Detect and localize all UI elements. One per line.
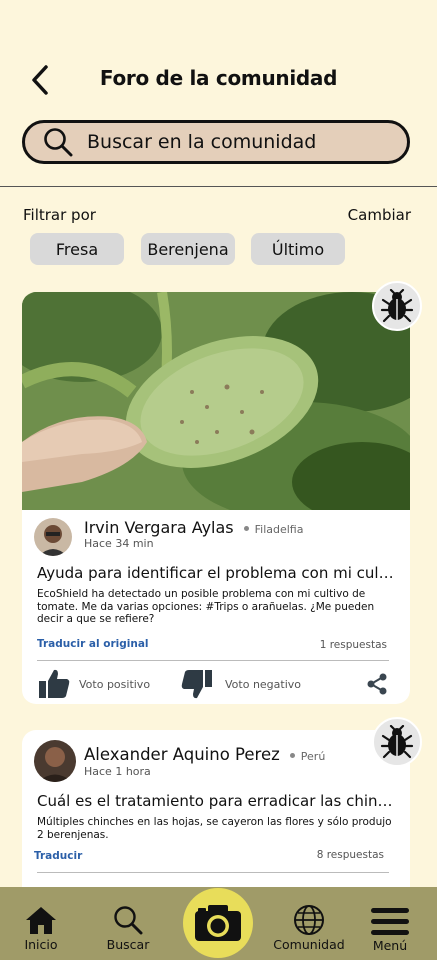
camera-icon [195, 905, 241, 941]
nav-community-label: Comunidad [273, 937, 345, 952]
user-name[interactable]: Irvin Vergara Aylas [84, 518, 234, 537]
upvote-button[interactable]: Voto positivo [37, 667, 150, 701]
divider [37, 872, 389, 873]
avatar[interactable] [34, 518, 72, 556]
menu-icon [371, 908, 409, 935]
nav-search-label: Buscar [106, 937, 150, 952]
post-title[interactable]: Cuál es el tratamiento para erradicar la… [37, 792, 397, 810]
filter-chip-fresa[interactable]: Fresa [30, 233, 124, 265]
filter-chip-berenjena[interactable]: Berenjena [141, 233, 235, 265]
globe-icon [294, 905, 324, 935]
bug-icon[interactable] [372, 717, 422, 767]
nav-community[interactable]: Comunidad [270, 887, 348, 960]
change-filter-link[interactable]: Cambiar [348, 206, 411, 224]
home-icon [26, 907, 56, 934]
nav-search[interactable]: Buscar [104, 887, 152, 960]
post-body: EcoShield ha detectado un posible proble… [37, 588, 375, 625]
post-card[interactable]: Irvin Vergara Aylas Filadelfia Hace 34 mi… [22, 292, 410, 704]
downvote-label: Voto negativo [225, 677, 302, 691]
downvote-button[interactable]: Voto negativo [180, 667, 301, 701]
search-icon [44, 128, 73, 157]
divider [37, 660, 389, 661]
upvote-label: Voto positivo [79, 677, 151, 691]
translate-link[interactable]: Traducir al original [37, 638, 149, 650]
filter-label: Filtrar por [23, 206, 96, 224]
bug-icon[interactable] [372, 281, 422, 331]
user-location: Perú [300, 750, 326, 763]
user-name[interactable]: Alexander Aquino Perez [84, 745, 280, 764]
filter-chip-ultimo[interactable]: Último [251, 233, 345, 265]
user-location: Filadelfia [254, 523, 304, 536]
camera-button[interactable] [183, 888, 253, 958]
avatar[interactable] [34, 740, 76, 782]
share-icon[interactable] [365, 672, 389, 696]
post-photo [22, 292, 410, 510]
replies-count[interactable]: 8 respuestas [317, 849, 384, 861]
nav-menu[interactable]: Menú [368, 887, 412, 960]
search-input[interactable] [85, 130, 379, 154]
thumbs-down-icon [181, 670, 212, 699]
post-time: Hace 34 min [84, 537, 154, 550]
thumbs-up-icon [39, 669, 70, 698]
post-title[interactable]: Ayuda para identificar el problema con m… [37, 564, 397, 582]
page-title: Foro de la comunidad [99, 66, 338, 90]
nav-home[interactable]: Inicio [18, 887, 64, 960]
nav-home-label: Inicio [24, 937, 58, 952]
replies-count[interactable]: 1 respuestas [320, 639, 387, 651]
search-icon [114, 906, 143, 935]
post-body: Múltiples chinches en las hojas, se caye… [37, 816, 392, 841]
post-time: Hace 1 hora [84, 765, 151, 778]
divider [0, 186, 437, 187]
nav-menu-label: Menú [372, 938, 408, 953]
translate-link[interactable]: Traducir [34, 850, 82, 862]
search-bar[interactable] [22, 120, 410, 164]
